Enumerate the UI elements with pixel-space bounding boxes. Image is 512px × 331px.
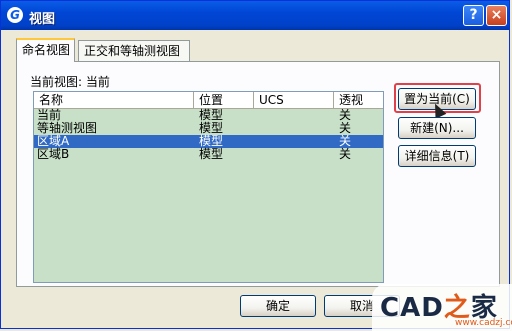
close-button[interactable]: ×: [486, 5, 507, 26]
title-bar[interactable]: G 视图 ? ×: [1, 1, 509, 30]
app-icon: G: [7, 7, 23, 23]
list-row[interactable]: 区域B 模型 关: [34, 148, 383, 161]
named-views-list[interactable]: 名称 位置 UCS 透视 当前 模型 关 等轴测视图 模型 关 区域A 模型 关…: [33, 91, 384, 283]
cell-name: 区域B: [37, 147, 70, 161]
details-button[interactable]: 详细信息(T): [398, 145, 476, 167]
cell-perspective: 关: [339, 147, 352, 161]
cell-location: 模型: [199, 147, 224, 161]
window-title: 视图: [29, 12, 56, 27]
watermark-url: www.cadzj.com: [455, 318, 512, 328]
column-header-location[interactable]: 位置: [194, 92, 254, 108]
ok-button[interactable]: 确定: [240, 295, 316, 317]
list-header: 名称 位置 UCS 透视: [34, 92, 383, 109]
help-button[interactable]: ?: [463, 5, 484, 26]
column-header-ucs[interactable]: UCS: [254, 92, 334, 108]
tab-ortho-iso-views[interactable]: 正交和等轴测视图: [78, 40, 190, 61]
tab-named-views[interactable]: 命名视图: [16, 38, 75, 62]
current-view-label: 当前视图: 当前: [30, 75, 110, 89]
column-header-perspective[interactable]: 透视: [334, 92, 383, 108]
new-button[interactable]: 新建(N)...: [398, 117, 476, 139]
watermark-logo-text: CAD: [380, 293, 444, 323]
column-header-name[interactable]: 名称: [34, 92, 194, 108]
